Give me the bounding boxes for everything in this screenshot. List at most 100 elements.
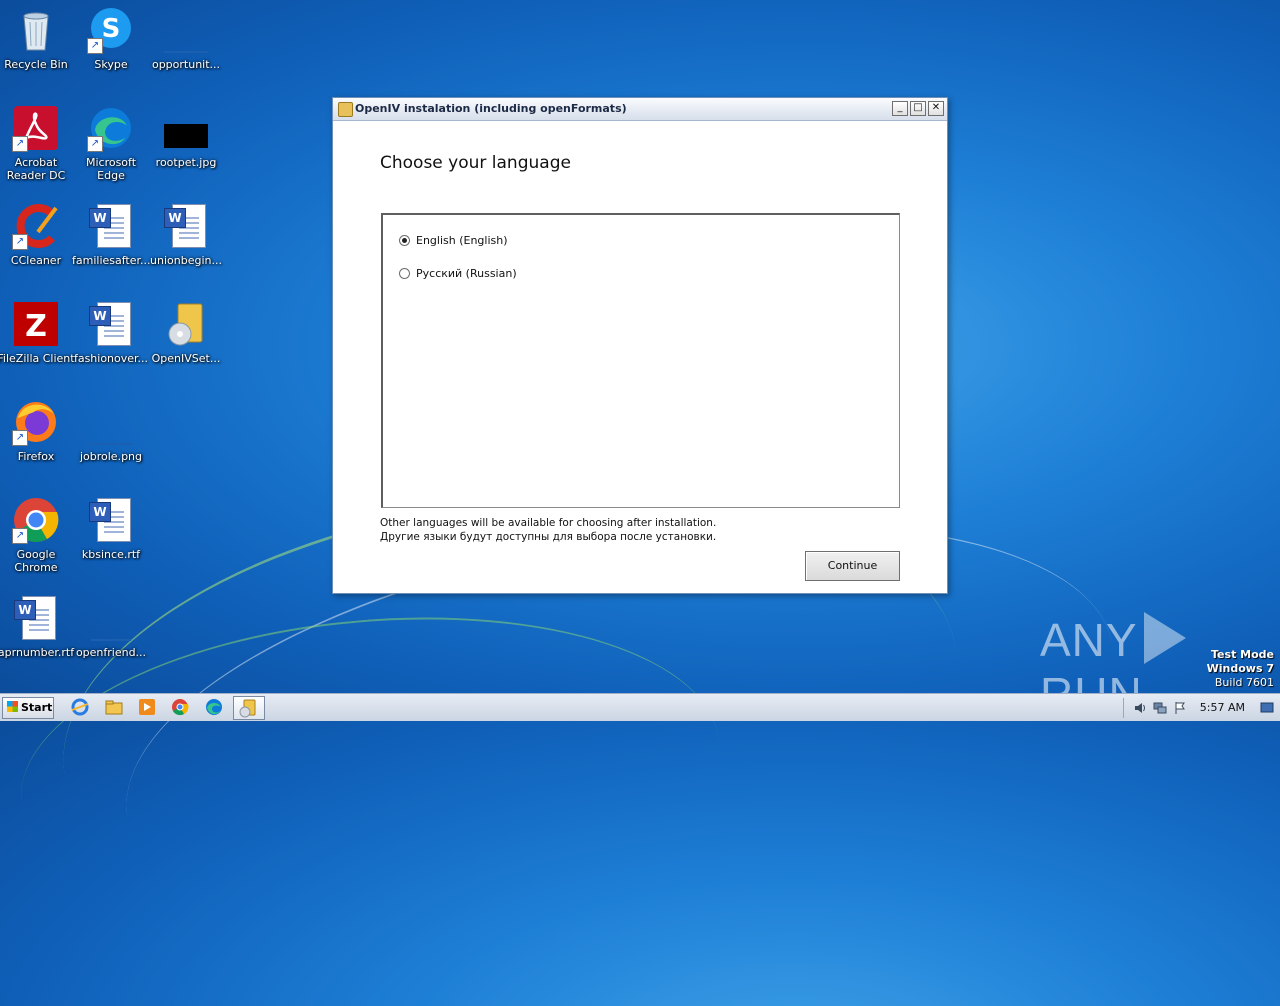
language-option-russian[interactable]: Русский (Russian)	[399, 267, 517, 280]
desktop-icon-rootpet[interactable]: rootpet.jpg	[147, 104, 225, 169]
note-line-english: Other languages will be available for ch…	[380, 517, 717, 529]
language-list: English (English) Русский (Russian)	[381, 213, 900, 508]
title-bar[interactable]: OpenIV instalation (including openFormat…	[333, 98, 947, 121]
desktop-icon-label: Skype	[94, 58, 128, 71]
desktop-icon-label: opportunit...	[151, 58, 221, 71]
desktop-icon-label: Acrobat Reader DC	[6, 156, 66, 182]
language-note: Other languages will be available for ch…	[380, 516, 716, 544]
network-icon[interactable]	[1153, 701, 1167, 715]
explorer-icon[interactable]	[104, 698, 124, 716]
ie-icon[interactable]	[70, 698, 90, 716]
svg-text:S: S	[102, 14, 121, 44]
shortcut-arrow-icon: ↗	[87, 136, 103, 152]
action-center-flag-icon[interactable]	[1173, 701, 1187, 715]
openiv-installer-taskbar-button[interactable]	[233, 696, 265, 720]
desktop-icon-edge[interactable]: ↗ Microsoft Edge	[72, 104, 150, 182]
desktop-icon-label: kbsince.rtf	[81, 548, 141, 561]
language-label: English (English)	[416, 234, 508, 247]
desktop-icon-label: Google Chrome	[14, 548, 58, 574]
desktop-icon-label: OpenIVSet...	[151, 352, 221, 365]
media-player-icon[interactable]	[137, 698, 157, 716]
desktop-icon-jobrole[interactable]: jobrole.png	[72, 398, 150, 463]
filezilla-icon: Z	[12, 300, 60, 348]
desktop-icon-recycle-bin[interactable]: Recycle Bin	[0, 6, 75, 71]
desktop-icon-label: Firefox	[17, 450, 55, 463]
image-file-icon	[162, 6, 210, 54]
taskbar: Start 5:57 AM	[0, 693, 1280, 721]
language-option-english[interactable]: English (English)	[399, 234, 508, 247]
close-button[interactable]: ✕	[928, 101, 944, 116]
desktop-icon-openfriend[interactable]: openfriend...	[72, 594, 150, 659]
desktop-icon-firefox[interactable]: ↗ Firefox	[0, 398, 75, 463]
desktop-icon-ccleaner[interactable]: ↗ CCleaner	[0, 202, 75, 267]
image-file-icon	[87, 594, 135, 642]
chrome-icon[interactable]	[170, 698, 190, 716]
desktop-icon-acrobat[interactable]: ↗ Acrobat Reader DC	[0, 104, 75, 182]
desktop-icon-aprnumber[interactable]: W aprnumber.rtf	[0, 594, 75, 659]
installer-icon	[162, 300, 210, 348]
language-label: Русский (Russian)	[416, 267, 517, 280]
shortcut-arrow-icon: ↗	[12, 430, 28, 446]
word-doc-icon: W	[162, 202, 210, 250]
word-doc-icon: W	[87, 202, 135, 250]
shortcut-arrow-icon: ↗	[12, 528, 28, 544]
test-mode-notice: Test Mode Windows 7 Build 7601	[1207, 648, 1274, 690]
radio-selected-icon[interactable]	[399, 235, 410, 246]
note-line-russian: Другие языки будут доступны для выбора п…	[380, 531, 717, 543]
desktop-icon-label: Recycle Bin	[4, 58, 68, 71]
windows-logo-icon	[7, 701, 18, 712]
image-file-icon	[87, 398, 135, 446]
desktop-icon-filezilla[interactable]: Z FileZilla Client	[0, 300, 75, 365]
desktop-icon-label: rootpet.jpg	[155, 156, 217, 169]
svg-text:Z: Z	[25, 309, 47, 344]
show-desktop-icon[interactable]	[1260, 701, 1274, 715]
acrobat-icon: ↗	[12, 104, 60, 152]
shortcut-arrow-icon: ↗	[12, 234, 28, 250]
desktop-icon-openivset[interactable]: OpenIVSet...	[147, 300, 225, 365]
start-label: Start	[21, 701, 53, 714]
desktop-icon-label: CCleaner	[10, 254, 62, 267]
desktop-icon-label: openfriend...	[75, 646, 147, 659]
window-title: OpenIV instalation (including openFormat…	[355, 102, 627, 115]
word-doc-icon: W	[87, 496, 135, 544]
installer-app-icon	[338, 102, 353, 117]
desktop-icon-familiesafter[interactable]: W familiesafter...	[72, 202, 151, 267]
desktop-icon-opportunit[interactable]: opportunit...	[147, 6, 225, 71]
desktop-icon-unionbegin[interactable]: W unionbegin...	[147, 202, 225, 267]
desktop-icon-label: familiesafter...	[72, 254, 151, 267]
continue-button[interactable]: Continue	[805, 551, 900, 581]
desktop-icon-label: fashionover...	[73, 352, 149, 365]
desktop-icon-kbsince[interactable]: W kbsince.rtf	[72, 496, 150, 561]
clock[interactable]: 5:57 AM	[1200, 701, 1245, 714]
start-button[interactable]: Start	[2, 697, 54, 719]
edge-icon: ↗	[87, 104, 135, 152]
shortcut-arrow-icon: ↗	[87, 38, 103, 54]
desktop-icon-label: unionbegin...	[150, 254, 222, 267]
play-triangle-icon	[1143, 612, 1186, 664]
skype-icon: S ↗	[87, 6, 135, 54]
image-file-icon	[162, 104, 210, 152]
speaker-icon[interactable]	[1133, 701, 1147, 715]
openiv-installer-icon	[239, 699, 256, 718]
word-doc-icon: W	[12, 594, 60, 642]
installer-window: OpenIV instalation (including openFormat…	[332, 97, 948, 594]
firefox-icon: ↗	[12, 398, 60, 446]
recycle-bin-icon	[12, 6, 60, 54]
minimize-button[interactable]: _	[892, 101, 908, 116]
test-mode-line: Test Mode	[1211, 648, 1274, 661]
desktop-icon-label: FileZilla Client	[0, 352, 75, 365]
chrome-icon: ↗	[12, 496, 60, 544]
system-tray: 5:57 AM	[1122, 694, 1280, 721]
edge-icon[interactable]	[204, 698, 224, 716]
maximize-button[interactable]: □	[910, 101, 926, 116]
ccleaner-icon: ↗	[12, 202, 60, 250]
desktop-icon-fashionover[interactable]: W fashionover...	[72, 300, 150, 365]
desktop-icon-label: aprnumber.rtf	[0, 646, 75, 659]
desktop-icon-skype[interactable]: S ↗ Skype	[72, 6, 150, 71]
watermark-left-text: ANY	[1040, 614, 1138, 666]
build-line: Build 7601	[1214, 676, 1274, 689]
shortcut-arrow-icon: ↗	[12, 136, 28, 152]
desktop-icon-label: Microsoft Edge	[85, 156, 137, 182]
desktop-icon-chrome[interactable]: ↗ Google Chrome	[0, 496, 75, 574]
radio-unselected-icon[interactable]	[399, 268, 410, 279]
